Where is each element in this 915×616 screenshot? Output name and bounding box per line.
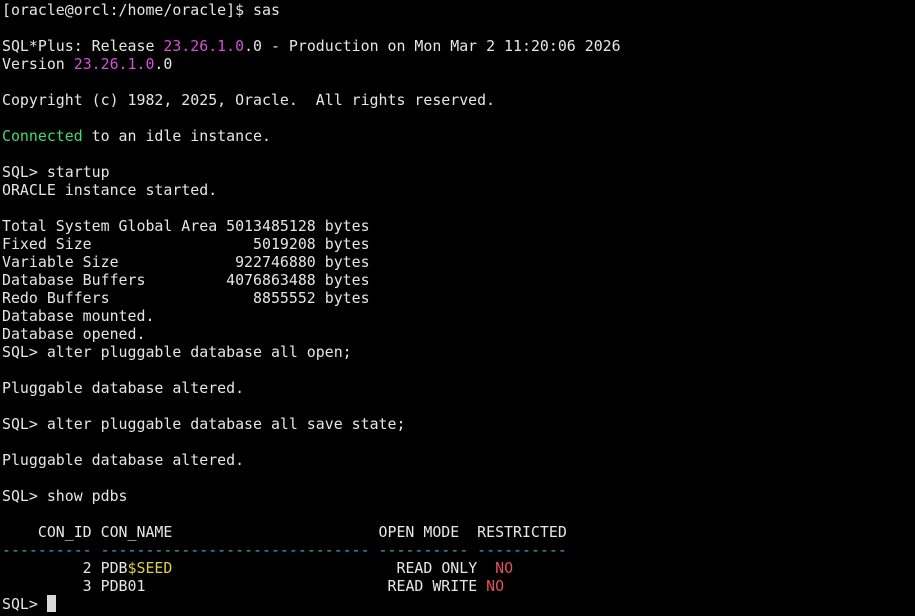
release-version: 23.26.1.0 bbox=[163, 37, 245, 55]
sqlplus-banner: SQL*Plus: Release 23.26.1.0.0 - Producti… bbox=[2, 37, 915, 55]
con-name-cell: PDB bbox=[100, 559, 128, 577]
version-number: 23.26.1.0 bbox=[73, 55, 155, 73]
sql-prompt: SQL> bbox=[2, 163, 47, 181]
table-row: 2 PDB$SEED READ ONLY NO bbox=[2, 559, 915, 577]
database-mounted-line: Database mounted. bbox=[2, 307, 155, 325]
connected-word: Connected bbox=[2, 127, 83, 145]
sql-prompt: SQL> bbox=[2, 415, 47, 433]
restricted-cell: NO bbox=[486, 577, 505, 595]
con-name-padding bbox=[145, 577, 378, 595]
separator-con-name: ------------------------------ bbox=[100, 541, 370, 559]
terminal-window[interactable]: [oracle@orcl:/home/oracle]$ sas SQL*Plus… bbox=[0, 0, 915, 616]
restricted-cell: NO bbox=[495, 559, 514, 577]
connected-rest: to an idle instance. bbox=[82, 127, 271, 145]
version-suffix: .0 bbox=[154, 55, 173, 73]
con-id-cell: 2 bbox=[2, 559, 92, 577]
sga-redo-buffers-line: Redo Buffers 8855552 bytes bbox=[2, 289, 370, 307]
connected-line: Connected to an idle instance. bbox=[2, 127, 915, 145]
con-name-highlight: $SEED bbox=[127, 559, 173, 577]
sql-command-line: SQL> alter pluggable database all save s… bbox=[2, 415, 915, 433]
separator-con-id: ---------- bbox=[2, 541, 92, 559]
open-mode-padding bbox=[477, 559, 495, 577]
save-state-command: alter pluggable database all save state; bbox=[46, 415, 406, 433]
table-row: 3 PDB01 READ WRITE NO bbox=[2, 577, 915, 595]
sga-total-line: Total System Global Area 5013485128 byte… bbox=[2, 217, 370, 235]
shell-prompt: [oracle@orcl:/home/oracle]$ bbox=[2, 1, 254, 19]
altered-message-line: Pluggable database altered. bbox=[2, 379, 245, 397]
show-pdbs-command: show pdbs bbox=[46, 487, 128, 505]
altered-message-line: Pluggable database altered. bbox=[2, 451, 245, 469]
sqlplus-version-line: Version 23.26.1.0.0 bbox=[2, 55, 915, 73]
open-mode-cell: READ WRITE bbox=[387, 577, 478, 595]
con-id-cell: 3 bbox=[2, 577, 92, 595]
con-name-cell: PDB01 bbox=[100, 577, 146, 595]
sql-prompt: SQL> bbox=[2, 487, 47, 505]
banner-suffix: .0 - Production on Mon Mar 2 11:20:06 20… bbox=[244, 37, 621, 55]
sql-prompt: SQL> bbox=[2, 595, 47, 613]
active-prompt-line[interactable]: SQL> bbox=[2, 595, 915, 613]
sql-command-line: SQL> alter pluggable database all open; bbox=[2, 343, 915, 361]
shell-command-line: [oracle@orcl:/home/oracle]$ sas bbox=[2, 1, 915, 19]
separator-open-mode: ---------- bbox=[378, 541, 469, 559]
sga-fixed-size-line: Fixed Size 5019208 bytes bbox=[2, 235, 370, 253]
instance-started-line: ORACLE instance started. bbox=[2, 181, 218, 199]
sql-command-line: SQL> show pdbs bbox=[2, 487, 915, 505]
sga-variable-size-line: Variable Size 922746880 bytes bbox=[2, 253, 370, 271]
con-name-padding bbox=[172, 559, 387, 577]
sql-command-line: SQL> startup bbox=[2, 163, 915, 181]
copyright-line: Copyright (c) 1982, 2025, Oracle. All ri… bbox=[2, 91, 496, 109]
banner-prefix: SQL*Plus: Release bbox=[2, 37, 164, 55]
text-cursor[interactable] bbox=[46, 595, 56, 612]
version-prefix: Version bbox=[2, 55, 74, 73]
database-opened-line: Database opened. bbox=[2, 325, 146, 343]
separator-restricted: ---------- bbox=[477, 541, 567, 559]
startup-command: startup bbox=[46, 163, 110, 181]
pdbs-table-separator: ---------- -----------------------------… bbox=[2, 541, 915, 559]
open-mode-cell: READ ONLY bbox=[396, 559, 478, 577]
open-mode-padding bbox=[477, 577, 486, 595]
sql-prompt: SQL> bbox=[2, 343, 47, 361]
sga-database-buffers-line: Database Buffers 4076863488 bytes bbox=[2, 271, 370, 289]
open-all-command: alter pluggable database all open; bbox=[46, 343, 352, 361]
pdbs-table-header: CON_ID CON_NAME OPEN MODE RESTRICTED bbox=[2, 523, 567, 541]
shell-command: sas bbox=[253, 1, 280, 19]
